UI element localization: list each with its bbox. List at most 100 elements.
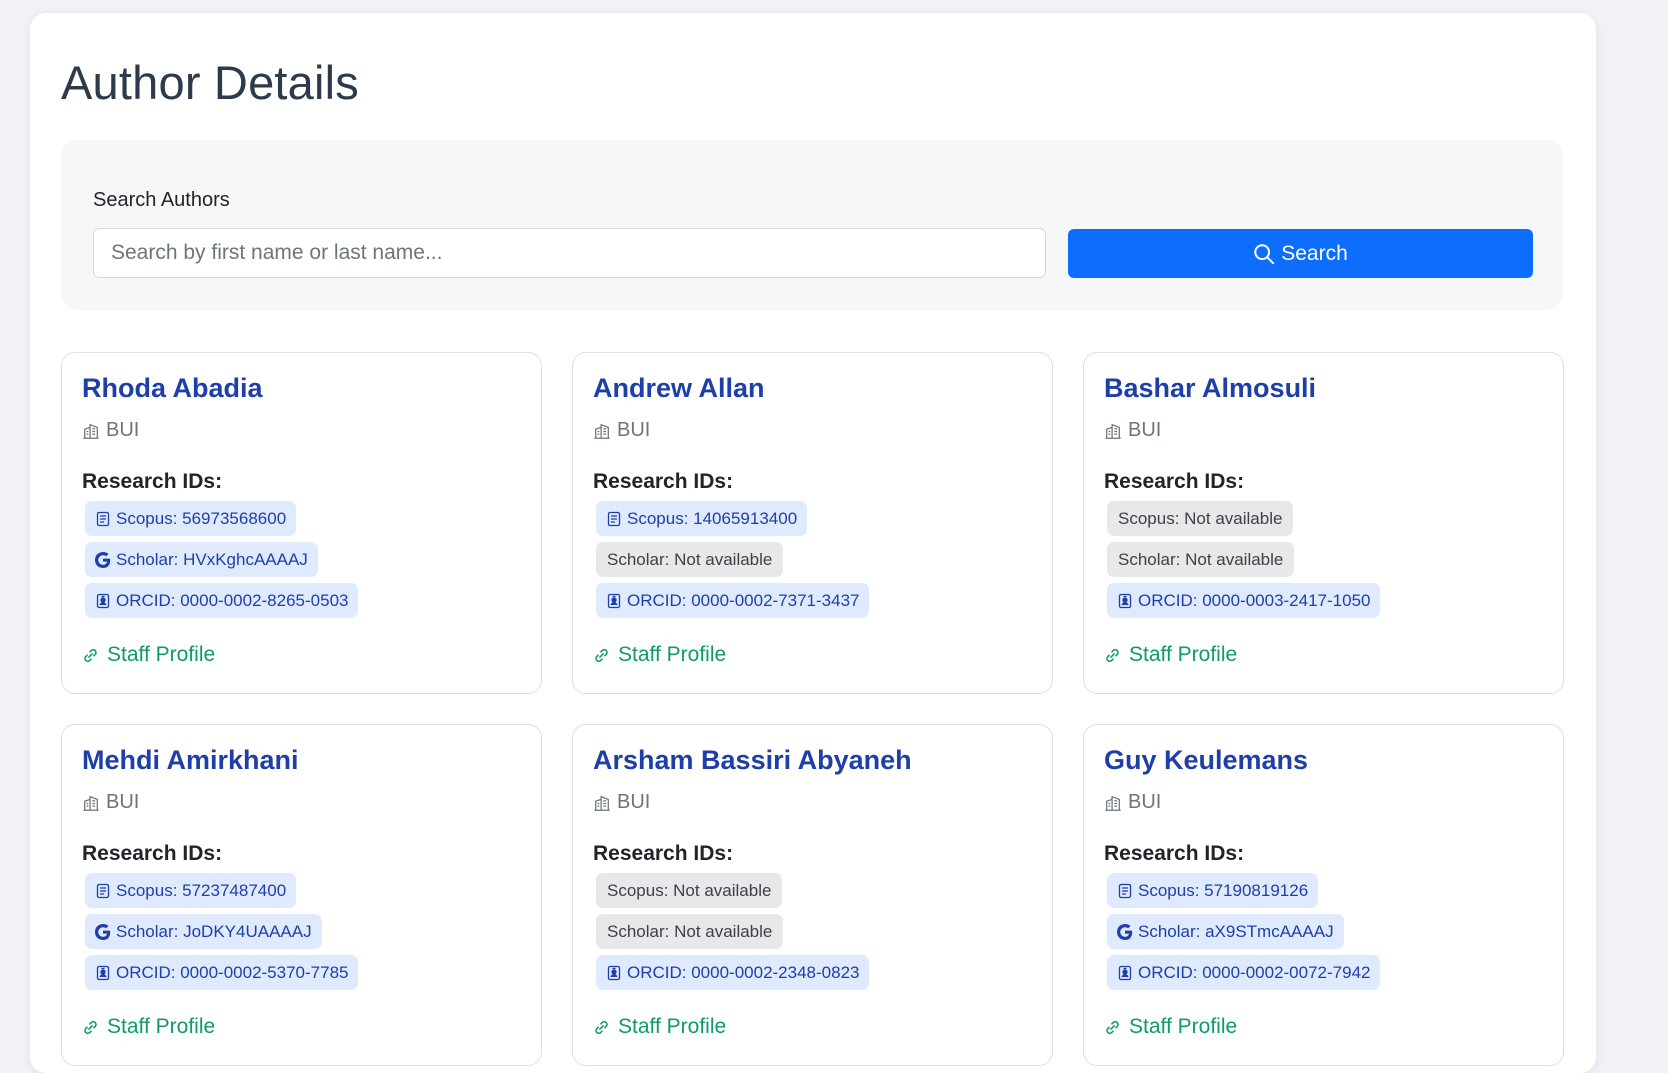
author-name[interactable]: Arsham Bassiri Abyaneh [593, 745, 912, 776]
orcid-badge: ORCID: 0000-0002-2348-0823 [596, 955, 870, 990]
building-icon [594, 795, 610, 811]
building-icon [83, 423, 99, 439]
affiliation: BUI [1104, 419, 1161, 442]
search-button-label: Search [1281, 241, 1348, 265]
link-icon [595, 1020, 608, 1034]
scholar-badge: Scholar: JoDKY4UAAAAJ [85, 914, 322, 949]
orcid-badge-text: ORCID: 0000-0002-7371-3437 [627, 590, 860, 610]
scholar-badge-text: Scholar: HVxKghcAAAAJ [116, 549, 308, 569]
orcid-badge: ORCID: 0000-0002-0072-7942 [1107, 955, 1381, 990]
scopus-badge: Scopus: 56973568600 [85, 501, 297, 536]
scholar-badge-text: Scholar: Not available [607, 549, 773, 569]
staff-profile-link[interactable]: Staff Profile [82, 1015, 215, 1039]
scopus-badge-text: Scopus: 14065913400 [627, 508, 798, 528]
research-ids-label: Research IDs: [1104, 842, 1245, 865]
affiliation: BUI [82, 791, 139, 814]
scholar-badge: Scholar: Not available [1107, 542, 1295, 577]
id-badge-icon [607, 593, 621, 608]
orcid-badge: ORCID: 0000-0003-2417-1050 [1107, 583, 1381, 618]
staff-profile-label: Staff Profile [1129, 643, 1238, 666]
author-card: Andrew Allan BUI Research IDs: Scopus: 1406… [572, 352, 1053, 694]
scopus-badge: Scopus: 14065913400 [596, 501, 808, 536]
research-id-badges: Scopus: 56973568600 Scholar: HVxKghcAAAAJ… [85, 501, 359, 618]
staff-profile-label: Staff Profile [107, 1015, 216, 1038]
author-name[interactable]: Andrew Allan [593, 373, 765, 404]
orcid-badge-text: ORCID: 0000-0002-5370-7785 [116, 962, 349, 982]
document-icon [607, 511, 621, 526]
orcid-badge-text: ORCID: 0000-0002-0072-7942 [1138, 962, 1371, 982]
author-name[interactable]: Bashar Almosuli [1104, 373, 1316, 404]
affiliation-text: BUI [106, 419, 140, 441]
search-input[interactable] [93, 228, 1046, 278]
staff-profile-label: Staff Profile [1129, 1015, 1238, 1038]
id-badge-icon [1118, 593, 1132, 608]
search-button[interactable]: Search [1068, 229, 1533, 278]
id-badge-icon [96, 965, 110, 980]
google-icon [1117, 923, 1133, 940]
author-card: Arsham Bassiri Abyaneh BUI Research IDs: Sc… [572, 724, 1053, 1066]
scholar-badge-text: Scholar: aX9STmcAAAAJ [1138, 921, 1334, 941]
staff-profile-label: Staff Profile [107, 643, 216, 666]
scopus-badge: Scopus: Not available [596, 873, 783, 908]
scholar-badge-text: Scholar: Not available [1118, 549, 1284, 569]
scholar-badge: Scholar: Not available [596, 542, 784, 577]
staff-profile-link[interactable]: Staff Profile [1104, 643, 1237, 667]
scholar-badge-text: Scholar: Not available [607, 921, 773, 941]
link-icon [84, 648, 97, 662]
research-id-badges: Scopus: 14065913400 Scholar: Not availabl… [596, 501, 870, 618]
affiliation: BUI [1104, 791, 1161, 814]
scholar-badge: Scholar: HVxKghcAAAAJ [85, 542, 318, 577]
orcid-badge-text: ORCID: 0000-0003-2417-1050 [1138, 590, 1371, 610]
staff-profile-label: Staff Profile [618, 643, 727, 666]
scopus-badge-text: Scopus: Not available [1118, 508, 1283, 528]
staff-profile-label: Staff Profile [618, 1015, 727, 1038]
scholar-badge: Scholar: Not available [596, 914, 784, 949]
research-id-badges: Scopus: 57190819126 Scholar: aX9STmcAAAAJ… [1107, 873, 1381, 990]
affiliation-text: BUI [1128, 791, 1162, 813]
orcid-badge-text: ORCID: 0000-0002-8265-0503 [116, 590, 349, 610]
affiliation-text: BUI [106, 791, 140, 813]
staff-profile-link[interactable]: Staff Profile [82, 643, 215, 667]
research-ids-label: Research IDs: [82, 470, 223, 493]
affiliation: BUI [593, 791, 650, 814]
id-badge-icon [607, 965, 621, 980]
page-title: Author Details [61, 56, 359, 109]
staff-profile-link[interactable]: Staff Profile [593, 643, 726, 667]
affiliation-text: BUI [617, 791, 651, 813]
link-icon [1106, 648, 1119, 662]
research-ids-label: Research IDs: [82, 842, 223, 865]
author-name[interactable]: Rhoda Abadia [82, 373, 263, 404]
document-icon [96, 511, 110, 526]
building-icon [1105, 423, 1121, 439]
orcid-badge-text: ORCID: 0000-0002-2348-0823 [627, 962, 860, 982]
scopus-badge-text: Scopus: 56973568600 [116, 508, 287, 528]
google-icon [95, 923, 111, 940]
search-label: Search Authors [93, 189, 230, 211]
link-icon [84, 1020, 97, 1034]
research-ids-label: Research IDs: [593, 470, 734, 493]
link-icon [1106, 1020, 1119, 1034]
affiliation-text: BUI [1128, 419, 1162, 441]
orcid-badge: ORCID: 0000-0002-8265-0503 [85, 583, 359, 618]
author-card: Rhoda Abadia BUI Research IDs: Scopus: 5697… [61, 352, 542, 694]
author-grid: Rhoda Abadia BUI Research IDs: Scopus: 5697… [61, 352, 1564, 1066]
scopus-badge-text: Scopus: Not available [607, 880, 772, 900]
search-panel: Search Authors Search [61, 140, 1563, 310]
author-card: Mehdi Amirkhani BUI Research IDs: Scopus: 5… [61, 724, 542, 1066]
building-icon [1105, 795, 1121, 811]
staff-profile-link[interactable]: Staff Profile [593, 1015, 726, 1039]
document-icon [96, 883, 110, 898]
id-badge-icon [1118, 965, 1132, 980]
research-id-badges: Scopus: 57237487400 Scholar: JoDKY4UAAAAJ… [85, 873, 359, 990]
affiliation-text: BUI [617, 419, 651, 441]
author-name[interactable]: Mehdi Amirkhani [82, 745, 299, 776]
affiliation: BUI [593, 419, 650, 442]
scopus-badge-text: Scopus: 57237487400 [116, 880, 287, 900]
main-container: Author Details Search Authors Search Rho… [30, 13, 1596, 1073]
affiliation: BUI [82, 419, 139, 442]
author-name[interactable]: Guy Keulemans [1104, 745, 1308, 776]
research-id-badges: Scopus: Not available Scholar: Not availa… [596, 873, 870, 990]
staff-profile-link[interactable]: Staff Profile [1104, 1015, 1237, 1039]
orcid-badge: ORCID: 0000-0002-5370-7785 [85, 955, 359, 990]
document-icon [1118, 883, 1132, 898]
